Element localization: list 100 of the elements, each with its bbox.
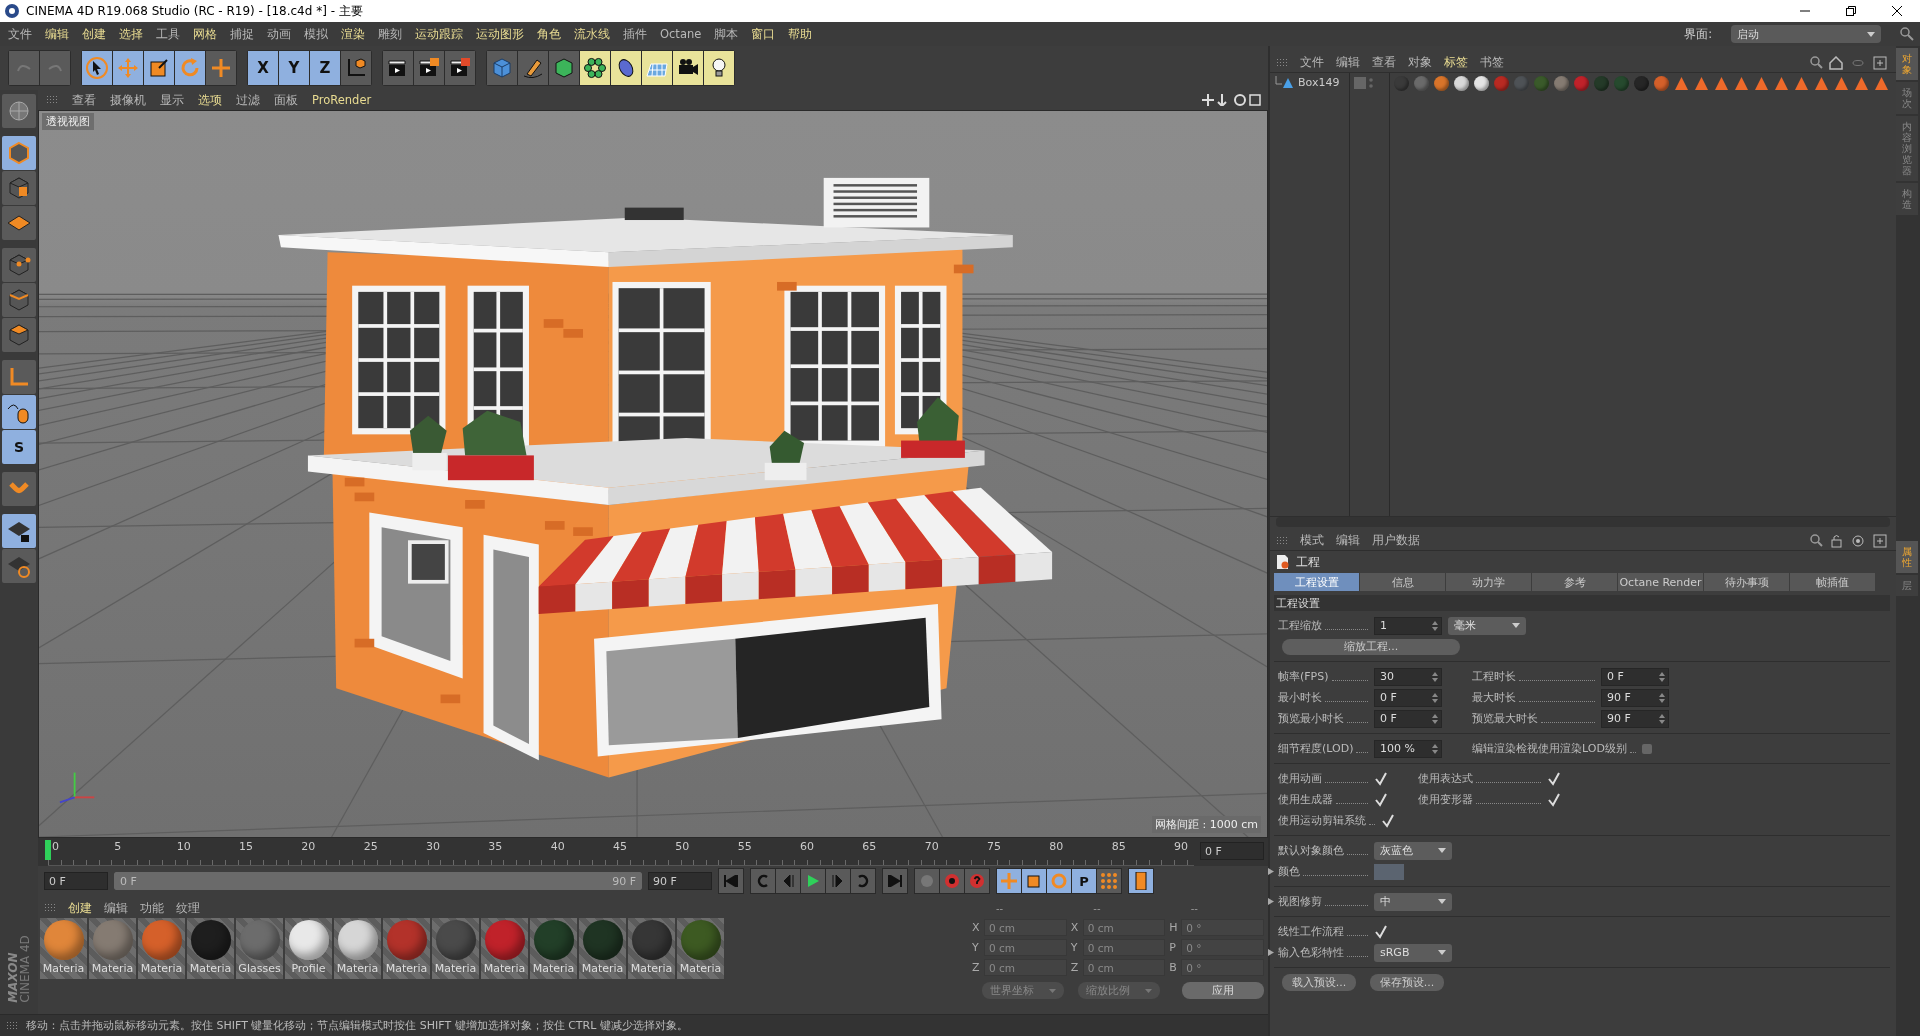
key-mode-button[interactable]: [1022, 869, 1046, 893]
manager-tools-icon[interactable]: [1810, 55, 1890, 70]
scale-project-button[interactable]: 缩放工程...: [1282, 638, 1460, 655]
record-button[interactable]: [940, 869, 964, 893]
solo-button[interactable]: S: [2, 430, 36, 464]
attribute-tab[interactable]: 待办事项: [1704, 573, 1789, 591]
menu-item[interactable]: 创建: [82, 26, 106, 42]
attribute-tools-icon[interactable]: [1810, 533, 1890, 548]
tool-button[interactable]: [704, 51, 734, 85]
tool-button[interactable]: [580, 51, 610, 85]
side-tab[interactable]: 层: [1896, 575, 1918, 596]
dropdown[interactable]: 中: [1374, 892, 1452, 911]
viewport-menu-item[interactable]: 选项: [198, 92, 222, 108]
material-card[interactable]: Glasses: [236, 918, 283, 979]
manager-menu-item[interactable]: 模式: [1300, 533, 1324, 548]
number-field[interactable]: 90 F: [1601, 688, 1669, 707]
side-tab[interactable]: 对象: [1896, 48, 1918, 80]
end-frame-field[interactable]: 90 F: [648, 872, 712, 890]
material-menu-item[interactable]: 功能: [140, 900, 164, 916]
material-card[interactable]: Materia: [481, 918, 528, 979]
dropdown[interactable]: 灰蓝色: [1374, 841, 1452, 860]
material-card[interactable]: Profile: [285, 918, 332, 979]
manager-menu-item[interactable]: 文件: [1300, 55, 1324, 70]
manager-menu-item[interactable]: 标签: [1444, 55, 1468, 70]
attribute-tab[interactable]: 动力学: [1446, 573, 1531, 591]
triangle-tag-icon[interactable]: [1874, 76, 1889, 91]
menu-item[interactable]: 捕捉: [230, 26, 254, 42]
tool-button[interactable]: [673, 51, 703, 85]
preset-button[interactable]: 保存预设...: [1370, 974, 1444, 991]
previous-key-button[interactable]: [751, 869, 775, 893]
timeline-button[interactable]: [1129, 869, 1153, 893]
material-card[interactable]: Materia: [530, 918, 577, 979]
material-tag[interactable]: [1474, 76, 1489, 91]
checkbox[interactable]: [1641, 743, 1652, 754]
triangle-tag-icon[interactable]: [1734, 76, 1749, 91]
triangle-tag-icon[interactable]: [1854, 76, 1869, 91]
tool-button[interactable]: [414, 51, 444, 85]
material-card[interactable]: Materia: [40, 918, 87, 979]
menu-item[interactable]: 编辑: [45, 26, 69, 42]
triangle-tag-icon[interactable]: [1674, 76, 1689, 91]
mode-button[interactable]: [2, 206, 36, 240]
material-card[interactable]: Materia: [677, 918, 724, 979]
tool-button[interactable]: [341, 51, 371, 85]
menu-item[interactable]: 雕刻: [378, 26, 402, 42]
manager-menu-item[interactable]: 书签: [1480, 55, 1504, 70]
triangle-tag-icon[interactable]: [1694, 76, 1709, 91]
mode-button[interactable]: [2, 395, 36, 429]
view-navigation-icon[interactable]: [1202, 94, 1262, 106]
current-frame-field[interactable]: 0 F: [1200, 842, 1264, 860]
autokey-button[interactable]: [965, 869, 989, 893]
key-mode-button[interactable]: [1097, 869, 1121, 893]
check-icon[interactable]: [1547, 771, 1561, 786]
timeline-ruler[interactable]: 0 5 10 15 20 25 30 35 40 45 50 55 60 65 70 75 80 85 90: [48, 838, 1194, 866]
material-card[interactable]: Materia: [138, 918, 185, 979]
menu-item[interactable]: 插件: [623, 26, 647, 42]
viewport[interactable]: 透视视图 网格间距 : 1000 cm: [38, 110, 1268, 838]
number-field[interactable]: 0 F: [1374, 688, 1442, 707]
material-tag[interactable]: [1454, 76, 1469, 91]
menu-item[interactable]: 运动跟踪: [415, 26, 463, 42]
triangle-tag-icon[interactable]: [1814, 76, 1829, 91]
tool-button[interactable]: [82, 51, 112, 85]
attribute-tab[interactable]: 帧插值: [1790, 573, 1875, 591]
mode-button[interactable]: [2, 283, 36, 317]
menu-item[interactable]: 脚本: [714, 26, 739, 42]
menu-item[interactable]: 工具: [156, 26, 180, 42]
check-icon[interactable]: [1381, 813, 1395, 828]
previous-frame-button[interactable]: [776, 869, 800, 893]
start-frame-field[interactable]: 0 F: [44, 872, 108, 890]
tool-button[interactable]: [518, 51, 548, 85]
material-menu-item[interactable]: 编辑: [104, 900, 128, 916]
parameter-key-button[interactable]: P: [1072, 869, 1096, 893]
check-icon[interactable]: [1374, 924, 1388, 939]
menu-item[interactable]: 选择: [119, 26, 143, 42]
side-tab[interactable]: 属性: [1896, 541, 1918, 573]
apply-button[interactable]: 应用: [1182, 982, 1264, 999]
triangle-tag-icon[interactable]: [1714, 76, 1729, 91]
side-tab[interactable]: 内容浏览器: [1896, 116, 1918, 181]
menu-item[interactable]: 渲染: [341, 26, 365, 42]
manager-menu-item[interactable]: 对象: [1408, 55, 1432, 70]
triangle-tag-icon[interactable]: [1834, 76, 1849, 91]
axis-lock-button[interactable]: Z: [310, 51, 340, 85]
check-icon[interactable]: [1374, 792, 1388, 807]
menu-item[interactable]: 窗口: [751, 26, 776, 42]
number-field[interactable]: 100 %: [1374, 739, 1442, 758]
color-swatch[interactable]: [1374, 863, 1404, 880]
attribute-tab[interactable]: 参考: [1532, 573, 1617, 591]
material-card[interactable]: Materia: [89, 918, 136, 979]
menu-item[interactable]: 文件: [8, 26, 32, 42]
menu-item[interactable]: 动画: [267, 26, 291, 42]
material-card[interactable]: Materia: [432, 918, 479, 979]
axis-lock-button[interactable]: Y: [279, 51, 309, 85]
menu-item[interactable]: Octane: [660, 27, 702, 41]
number-field[interactable]: 0 F: [1601, 667, 1669, 686]
triangle-tag-icon[interactable]: [1754, 76, 1769, 91]
next-frame-button[interactable]: [826, 869, 850, 893]
next-key-button[interactable]: [851, 869, 875, 893]
triangle-tag-icon[interactable]: [1794, 76, 1809, 91]
manager-menu-item[interactable]: 用户数据: [1372, 533, 1420, 548]
material-card[interactable]: Materia: [187, 918, 234, 979]
triangle-tag-icon[interactable]: [1774, 76, 1789, 91]
